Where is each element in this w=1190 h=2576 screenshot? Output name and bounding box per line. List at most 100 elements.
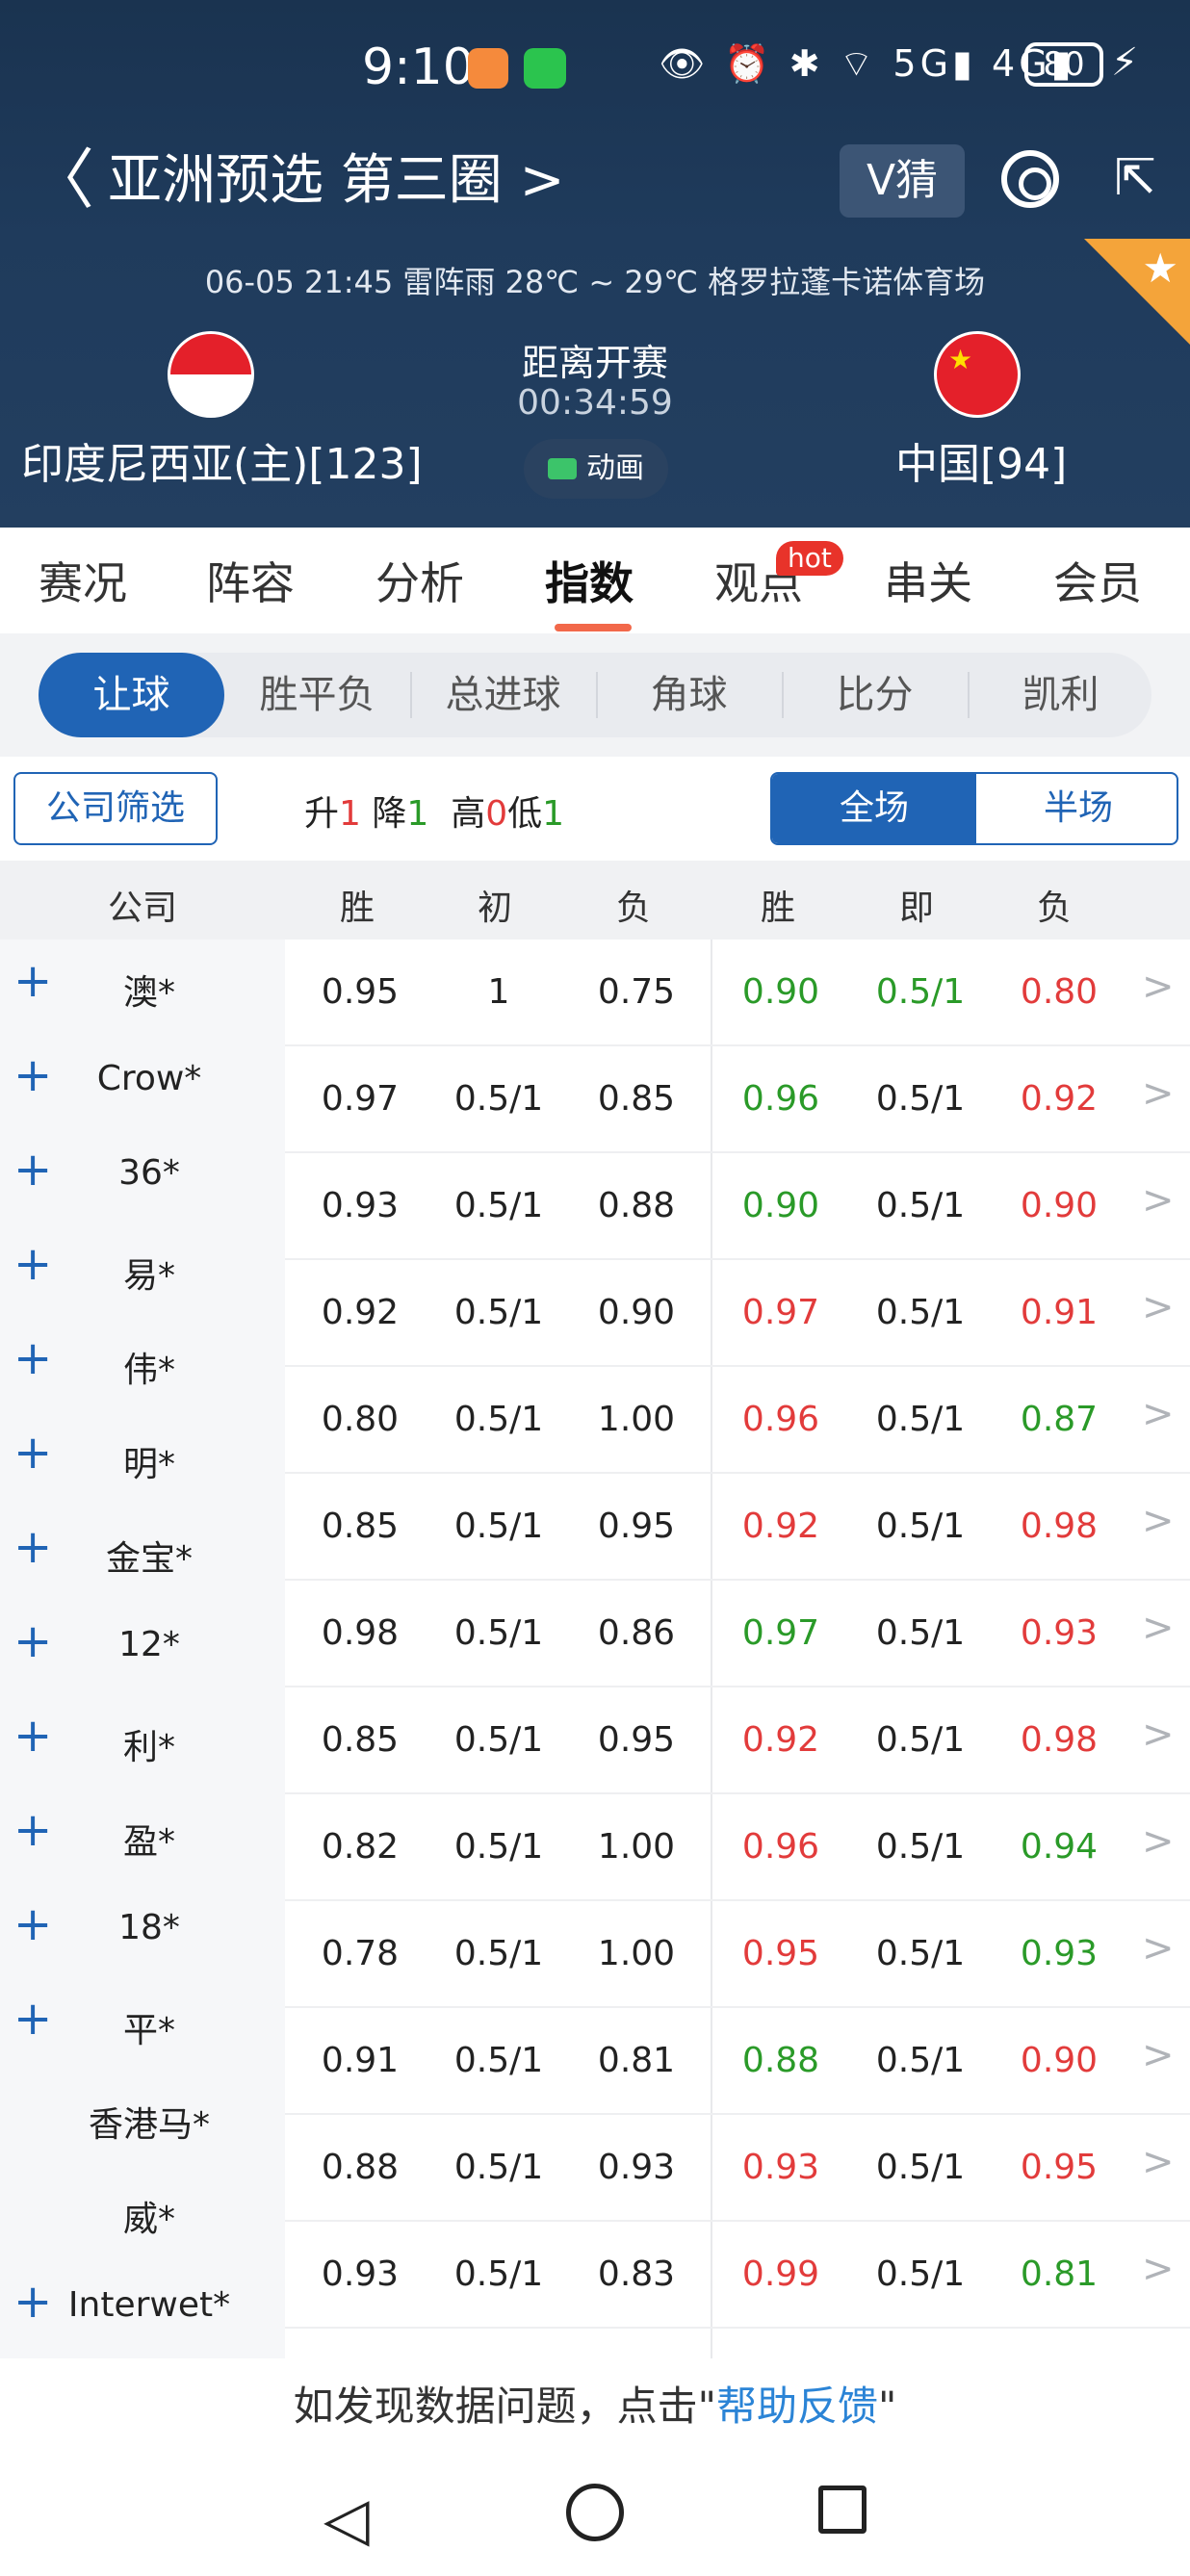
expand-plus-icon[interactable]: + xyxy=(13,1051,52,1099)
company-row[interactable]: 香港马* xyxy=(0,2072,285,2166)
chevron-right-icon[interactable]: > xyxy=(1142,1606,1175,1650)
expand-plus-icon[interactable]: + xyxy=(13,1617,52,1665)
odds-init-win: 0.93 xyxy=(321,2254,400,2294)
home-team[interactable]: 印度尼西亚(主)[123] xyxy=(21,429,423,491)
expand-plus-icon[interactable]: + xyxy=(13,957,52,1005)
expand-plus-icon[interactable]: + xyxy=(13,1523,52,1571)
v-guess-button[interactable]: V猜 xyxy=(840,144,965,218)
expand-plus-icon[interactable]: + xyxy=(13,1900,52,1948)
system-back-icon[interactable]: ◁ xyxy=(323,2484,370,2554)
odds-row[interactable]: 0.85 0.5/1 0.95 0.92 0.5/1 0.98 > xyxy=(285,1474,1190,1581)
company-row[interactable]: +12* xyxy=(0,1600,285,1694)
odds-live-line: 0.5/1 xyxy=(875,1613,966,1653)
chevron-right-icon[interactable]: > xyxy=(1142,1926,1175,1971)
company-row[interactable]: + 澳* xyxy=(0,940,285,1034)
subtab-handicap[interactable]: 让球 xyxy=(39,653,224,737)
odds-live-lose: 0.92 xyxy=(1020,1079,1099,1119)
odds-row[interactable]: 0.88 0.5/1 0.93 0.93 0.5/1 0.95 > xyxy=(285,2115,1190,2222)
share-icon[interactable]: ⇱ xyxy=(1105,148,1165,208)
chevron-right-icon[interactable]: > xyxy=(1142,1285,1175,1329)
chevron-right-icon[interactable]: > xyxy=(1142,965,1175,1009)
away-team[interactable]: 中国[94] xyxy=(895,429,1067,491)
odds-init-lose: 0.95 xyxy=(597,1720,676,1760)
company-row[interactable]: + 伟* xyxy=(0,1317,285,1411)
odds-init-lose: 0.90 xyxy=(597,1293,676,1332)
chevron-right-icon[interactable]: > xyxy=(1142,1071,1175,1116)
company-row[interactable]: + 盈* xyxy=(0,1789,285,1883)
company-row[interactable]: +36* xyxy=(0,1128,285,1223)
company-name: 澳* xyxy=(122,973,175,1013)
odds-row[interactable]: 0.92 0.5/1 0.90 0.97 0.5/1 0.91 > xyxy=(285,1260,1190,1367)
chevron-right-icon[interactable]: > xyxy=(1142,2033,1175,2077)
chevron-right-icon[interactable]: > xyxy=(1142,2247,1175,2291)
company-row[interactable]: 威* xyxy=(0,2166,285,2260)
tab-parlay[interactable]: 串关 xyxy=(884,549,972,612)
expand-plus-icon[interactable]: + xyxy=(13,2278,52,2326)
company-row[interactable]: + 利* xyxy=(0,1694,285,1789)
tab-odds[interactable]: 指数 xyxy=(545,549,634,612)
odds-row[interactable]: 0.78 0.5/1 1.00 0.95 0.5/1 0.93 > xyxy=(285,1901,1190,2008)
expand-plus-icon[interactable]: + xyxy=(13,1712,52,1760)
company-row[interactable]: + Crow* xyxy=(0,1034,285,1128)
company-row[interactable]: + 平* xyxy=(0,1977,285,2072)
subtab-corners[interactable]: 角球 xyxy=(596,653,782,737)
help-feedback-link[interactable]: 帮助反馈 xyxy=(716,2383,878,2430)
odds-init-lose: 1.00 xyxy=(597,1934,676,1973)
company-filter-button[interactable]: 公司筛选 xyxy=(13,772,218,845)
odds-row[interactable]: 0.85 0.5/1 0.95 0.92 0.5/1 0.98 > xyxy=(285,1687,1190,1794)
expand-plus-icon[interactable]: + xyxy=(13,1429,52,1477)
subtab-total-goals[interactable]: 总进球 xyxy=(410,653,596,737)
expand-plus-icon[interactable]: + xyxy=(13,1146,52,1194)
odds-row[interactable]: 0.97 0.5/1 0.85 0.96 0.5/1 0.92 > xyxy=(285,1046,1190,1153)
back-arrow-icon[interactable]: 〈 xyxy=(29,142,94,219)
header-live-lose: 负 xyxy=(1036,889,1072,928)
company-row[interactable]: + 易* xyxy=(0,1223,285,1317)
star-icon[interactable]: ★ xyxy=(1142,245,1178,292)
header-live-line: 即 xyxy=(898,889,934,928)
company-row[interactable]: +18* xyxy=(0,1883,285,1977)
chevron-right-icon[interactable]: > xyxy=(1142,1499,1175,1543)
chevron-right-icon[interactable]: > xyxy=(1142,1392,1175,1436)
system-recents-icon[interactable] xyxy=(818,2486,867,2534)
odds-init-line: 0.5/1 xyxy=(453,2148,544,2187)
subtab-score[interactable]: 比分 xyxy=(782,653,968,737)
odds-live-lose: 0.93 xyxy=(1020,1934,1099,1973)
company-row[interactable]: + Interwet* xyxy=(0,2260,285,2355)
full-match-button[interactable]: 全场 xyxy=(772,774,976,843)
tab-lineup[interactable]: 阵容 xyxy=(206,549,295,612)
tab-live[interactable]: 赛况 xyxy=(39,549,127,612)
company-row[interactable]: + 金宝* xyxy=(0,1506,285,1600)
odds-change-summary: 升1 降1 高0低1 xyxy=(304,786,564,836)
odds-row[interactable]: 0.91 0.5/1 0.81 0.88 0.5/1 0.90 > xyxy=(285,2008,1190,2115)
subtab-1x2[interactable]: 胜平负 xyxy=(224,653,410,737)
target-icon[interactable] xyxy=(1001,150,1059,208)
tab-member[interactable]: 会员 xyxy=(1053,549,1142,612)
system-home-icon[interactable] xyxy=(566,2484,624,2541)
chevron-right-icon[interactable]: > xyxy=(1142,2140,1175,2184)
odds-row[interactable]: 0.82 0.5/1 1.00 0.96 0.5/1 0.94 > xyxy=(285,1794,1190,1901)
half-match-button[interactable]: 半场 xyxy=(976,774,1177,843)
expand-plus-icon[interactable]: + xyxy=(13,1806,52,1854)
competition-title[interactable]: 亚洲预选 第三圈 > xyxy=(108,144,565,218)
subtab-kelly[interactable]: 凯利 xyxy=(968,653,1153,737)
odds-init-line: 1 xyxy=(487,972,510,1012)
odds-row[interactable]: 0.95 1 0.75 0.90 0.5/1 0.80 > xyxy=(285,940,1190,1046)
odds-row[interactable]: 0.93 0.5/1 0.88 0.90 0.5/1 0.90 > xyxy=(285,1153,1190,1260)
odds-row[interactable]: 0.98 0.5/1 0.86 0.97 0.5/1 0.93 > xyxy=(285,1581,1190,1687)
chevron-right-icon[interactable]: > xyxy=(1142,1819,1175,1864)
odds-row[interactable]: 0.80 0.5/1 1.00 0.96 0.5/1 0.87 > xyxy=(285,1367,1190,1474)
company-name: 盈* xyxy=(122,1822,175,1862)
animation-button[interactable]: 动画 xyxy=(524,439,668,499)
company-row[interactable]: + 明* xyxy=(0,1411,285,1506)
chevron-right-icon[interactable]: > xyxy=(1142,1713,1175,1757)
odds-live-lose: 0.90 xyxy=(1020,1186,1099,1225)
chevron-right-icon[interactable]: > xyxy=(1142,1178,1175,1223)
expand-plus-icon[interactable]: + xyxy=(13,1995,52,2043)
odds-live-win: 0.92 xyxy=(741,1507,820,1546)
odds-live-lose: 0.90 xyxy=(1020,2041,1099,2080)
header-init-line: 初 xyxy=(477,889,512,928)
tab-analysis[interactable]: 分析 xyxy=(375,549,464,612)
expand-plus-icon[interactable]: + xyxy=(13,1334,52,1382)
odds-row[interactable]: 0.93 0.5/1 0.83 0.99 0.5/1 0.81 > xyxy=(285,2222,1190,2329)
expand-plus-icon[interactable]: + xyxy=(13,1240,52,1288)
